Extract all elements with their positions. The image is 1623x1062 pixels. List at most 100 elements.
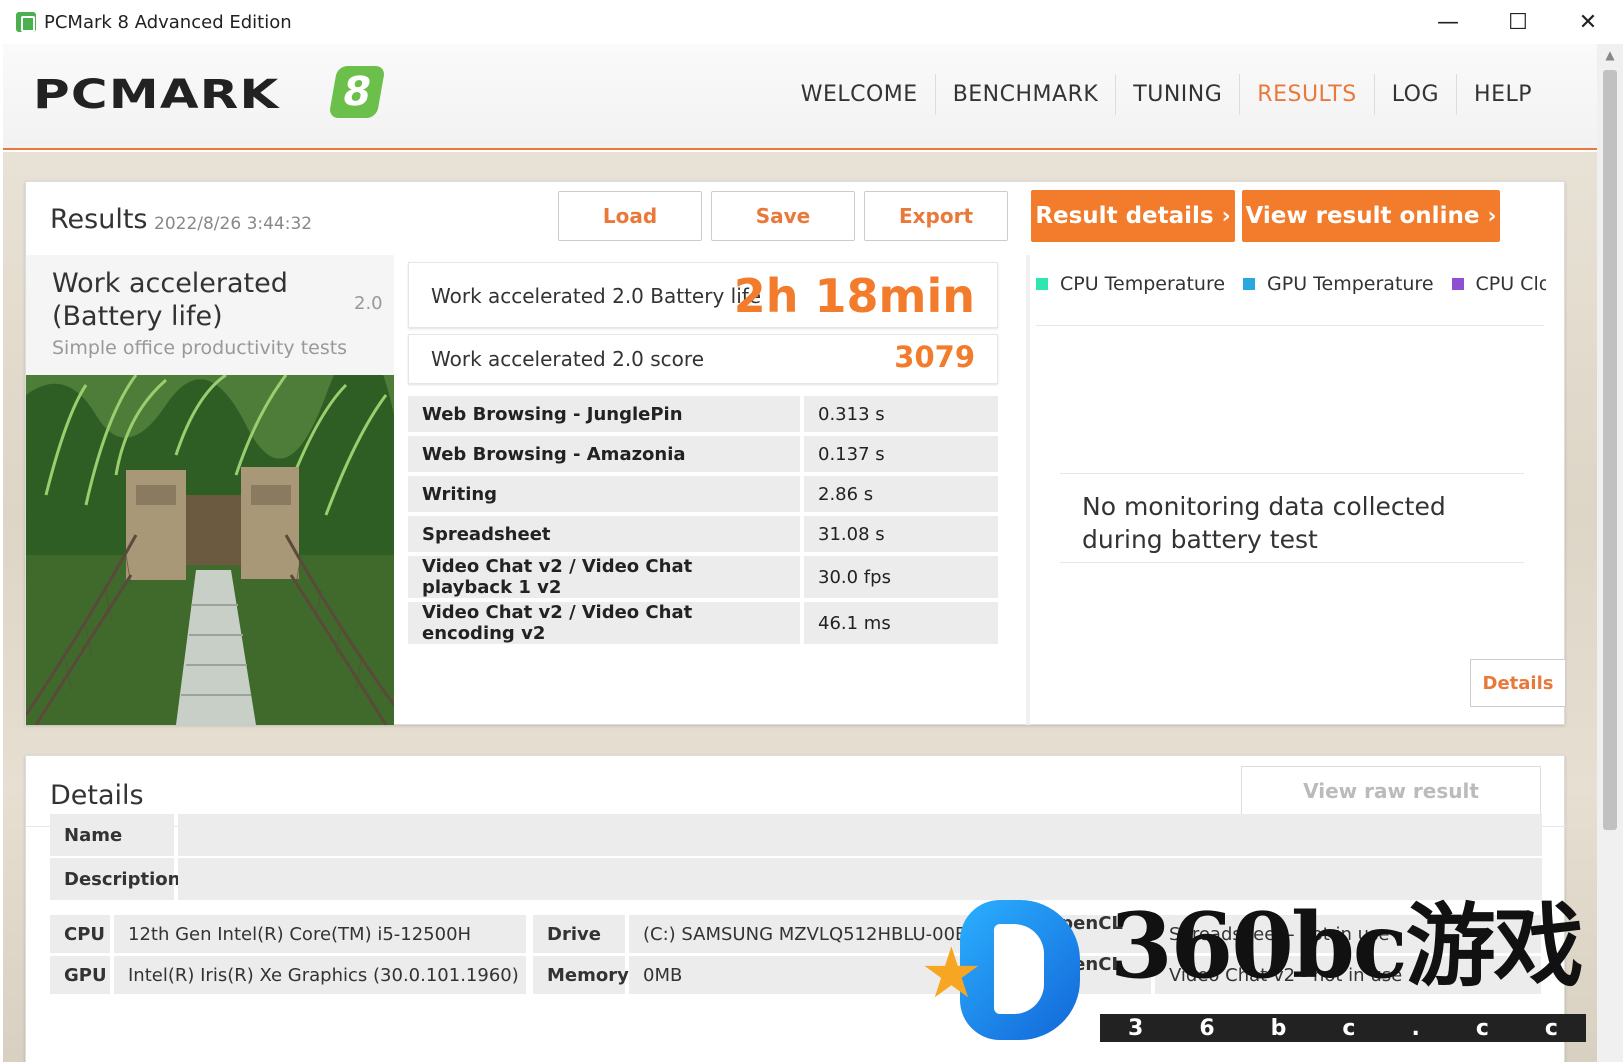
legend-item[interactable]: CPU Temperature: [1036, 273, 1225, 295]
score-box: Work accelerated 2.0 score 3079: [408, 334, 998, 384]
table-row: Video Chat v2 / Video Chat encoding v2 46…: [408, 602, 998, 644]
nav-tuning[interactable]: TUNING: [1115, 74, 1239, 115]
name-value: [178, 814, 1542, 856]
chevron-right-icon: ›: [1487, 203, 1497, 229]
description-row: Description: [50, 858, 1542, 900]
table-row: Spreadsheet 31.08 s: [408, 516, 998, 552]
description-value: [178, 858, 1542, 900]
main-nav: WELCOME BENCHMARK TUNING RESULTS LOG HEL…: [784, 74, 1549, 115]
results-title: Results: [50, 204, 148, 235]
nav-help[interactable]: HELP: [1456, 74, 1549, 115]
details-panel: Details View raw result Name Description…: [25, 755, 1566, 1062]
scroll-up-icon[interactable]: ▲: [1597, 48, 1623, 66]
monitoring-column: CPU Temperature GPU Temperature CPU Cloc…: [1026, 255, 1566, 725]
drive-value: (C:) SAMSUNG MZVLQ512HBLU-00B: [629, 915, 1029, 953]
view-online-button[interactable]: View result online ›: [1242, 190, 1500, 242]
minimize-button[interactable]: —: [1413, 0, 1483, 44]
results-panel: Results 2022/8/26 3:44:32 Load Save Expo…: [25, 181, 1566, 725]
battery-life-value: 2h 18min: [733, 269, 975, 323]
test-version: 2.0: [354, 293, 383, 314]
bench-value: 31.08 s: [804, 516, 998, 552]
name-row: Name: [50, 814, 1542, 856]
bench-value: 2.86 s: [804, 476, 998, 512]
opencl-row: OpenCL 1.1 Video Chat v2 - not in use: [1031, 954, 1541, 996]
legend-label: GPU Temperature: [1267, 273, 1434, 295]
drive-row: Drive (C:) SAMSUNG MZVLQ512HBLU-00B: [533, 915, 1029, 953]
cpu-value: 12th Gen Intel(R) Core(TM) i5-12500H: [114, 915, 526, 953]
nav-results[interactable]: RESULTS: [1239, 74, 1373, 115]
details-title: Details: [50, 780, 144, 811]
opencl-value: Spreadsheet - not in use: [1155, 915, 1541, 953]
load-button[interactable]: Load: [558, 191, 702, 241]
window-controls: — ☐ ✕: [1413, 0, 1623, 44]
memory-row: Memory 0MB: [533, 956, 1029, 994]
bench-name: Web Browsing - JunglePin: [408, 396, 804, 432]
bench-name: Video Chat v2 / Video Chat playback 1 v2: [408, 556, 804, 598]
legend-swatch: [1243, 278, 1256, 290]
memory-label: Memory: [533, 956, 629, 994]
table-row: Web Browsing - JunglePin 0.313 s: [408, 396, 998, 432]
gpu-value: Intel(R) Iris(R) Xe Graphics (30.0.101.1…: [114, 956, 526, 994]
opencl-row: OpenCL 1.1 Spreadsheet - not in use: [1031, 913, 1541, 955]
view-raw-result-button[interactable]: View raw result: [1241, 766, 1541, 816]
legend-swatch: [1451, 278, 1464, 290]
export-button[interactable]: Export: [864, 191, 1008, 241]
gpu-label: GPU: [50, 956, 110, 994]
details-button[interactable]: Details: [1470, 659, 1566, 707]
monitoring-legend: CPU Temperature GPU Temperature CPU Cloc: [1036, 273, 1546, 295]
maximize-button[interactable]: ☐: [1483, 0, 1553, 44]
memory-value: 0MB: [629, 956, 1029, 994]
battery-life-box: Work accelerated 2.0 Battery life 2h 18m…: [408, 262, 998, 328]
drive-label: Drive: [533, 915, 625, 953]
legend-swatch: [1036, 278, 1048, 290]
legend-item[interactable]: GPU Temperature: [1243, 273, 1434, 295]
gpu-row: GPU Intel(R) Iris(R) Xe Graphics (30.0.1…: [50, 956, 526, 994]
result-details-button[interactable]: Result details ›: [1031, 190, 1235, 242]
window-title: PCMark 8 Advanced Edition: [44, 11, 292, 33]
opencl-label: OpenCL 1.1: [1031, 954, 1151, 996]
benchmark-table: Web Browsing - JunglePin 0.313 s Web Brow…: [408, 392, 998, 648]
view-online-label: View result online: [1245, 203, 1480, 229]
cpu-row: CPU 12th Gen Intel(R) Core(TM) i5-12500H: [50, 915, 526, 953]
score-label: Work accelerated 2.0 score: [431, 347, 704, 371]
battery-life-label: Work accelerated 2.0 Battery life: [431, 284, 762, 308]
nav-log[interactable]: LOG: [1373, 74, 1456, 115]
test-info: Work accelerated (Battery life) 2.0 Simp…: [26, 255, 394, 725]
app-icon: [16, 12, 36, 32]
legend-item[interactable]: CPU Cloc: [1451, 273, 1546, 295]
scores-column: Work accelerated 2.0 Battery life 2h 18m…: [408, 262, 998, 648]
bench-name: Spreadsheet: [408, 516, 804, 552]
name-label: Name: [50, 814, 174, 856]
score-value: 3079: [894, 340, 975, 374]
bench-value: 30.0 fps: [804, 556, 998, 598]
chevron-right-icon: ›: [1221, 203, 1231, 229]
table-row: Web Browsing - Amazonia 0.137 s: [408, 436, 998, 472]
opencl-label: OpenCL 1.1: [1031, 913, 1151, 955]
results-date: 2022/8/26 3:44:32: [154, 214, 313, 234]
app-header: PCMARK 8 WELCOME BENCHMARK TUNING RESULT…: [3, 44, 1597, 150]
vertical-scrollbar[interactable]: ▲: [1597, 44, 1623, 1062]
nav-welcome[interactable]: WELCOME: [784, 74, 935, 115]
bench-value: 0.137 s: [804, 436, 998, 472]
bench-value: 46.1 ms: [804, 602, 998, 644]
cpu-label: CPU: [50, 915, 110, 953]
legend-label: CPU Temperature: [1060, 273, 1226, 295]
bench-name: Writing: [408, 476, 804, 512]
no-monitoring-message: No monitoring data collected during batt…: [1060, 473, 1524, 563]
legend-label: CPU Cloc: [1475, 273, 1546, 295]
title-bar: PCMark 8 Advanced Edition — ☐ ✕: [0, 0, 1623, 44]
test-name: Work accelerated (Battery life): [52, 268, 288, 332]
opencl-value: Video Chat v2 - not in use: [1155, 956, 1541, 994]
save-button[interactable]: Save: [711, 191, 855, 241]
bench-name: Web Browsing - Amazonia: [408, 436, 804, 472]
close-button[interactable]: ✕: [1553, 0, 1623, 44]
bench-name: Video Chat v2 / Video Chat encoding v2: [408, 602, 804, 644]
nav-benchmark[interactable]: BENCHMARK: [934, 74, 1116, 115]
table-row: Writing 2.86 s: [408, 476, 998, 512]
pcmark-logo: PCMARK 8: [33, 66, 386, 118]
scroll-thumb[interactable]: [1603, 70, 1617, 830]
description-label: Description: [50, 858, 180, 900]
bench-value: 0.313 s: [804, 396, 998, 432]
logo-text: PCMARK: [33, 72, 280, 118]
result-details-label: Result details: [1035, 203, 1214, 229]
